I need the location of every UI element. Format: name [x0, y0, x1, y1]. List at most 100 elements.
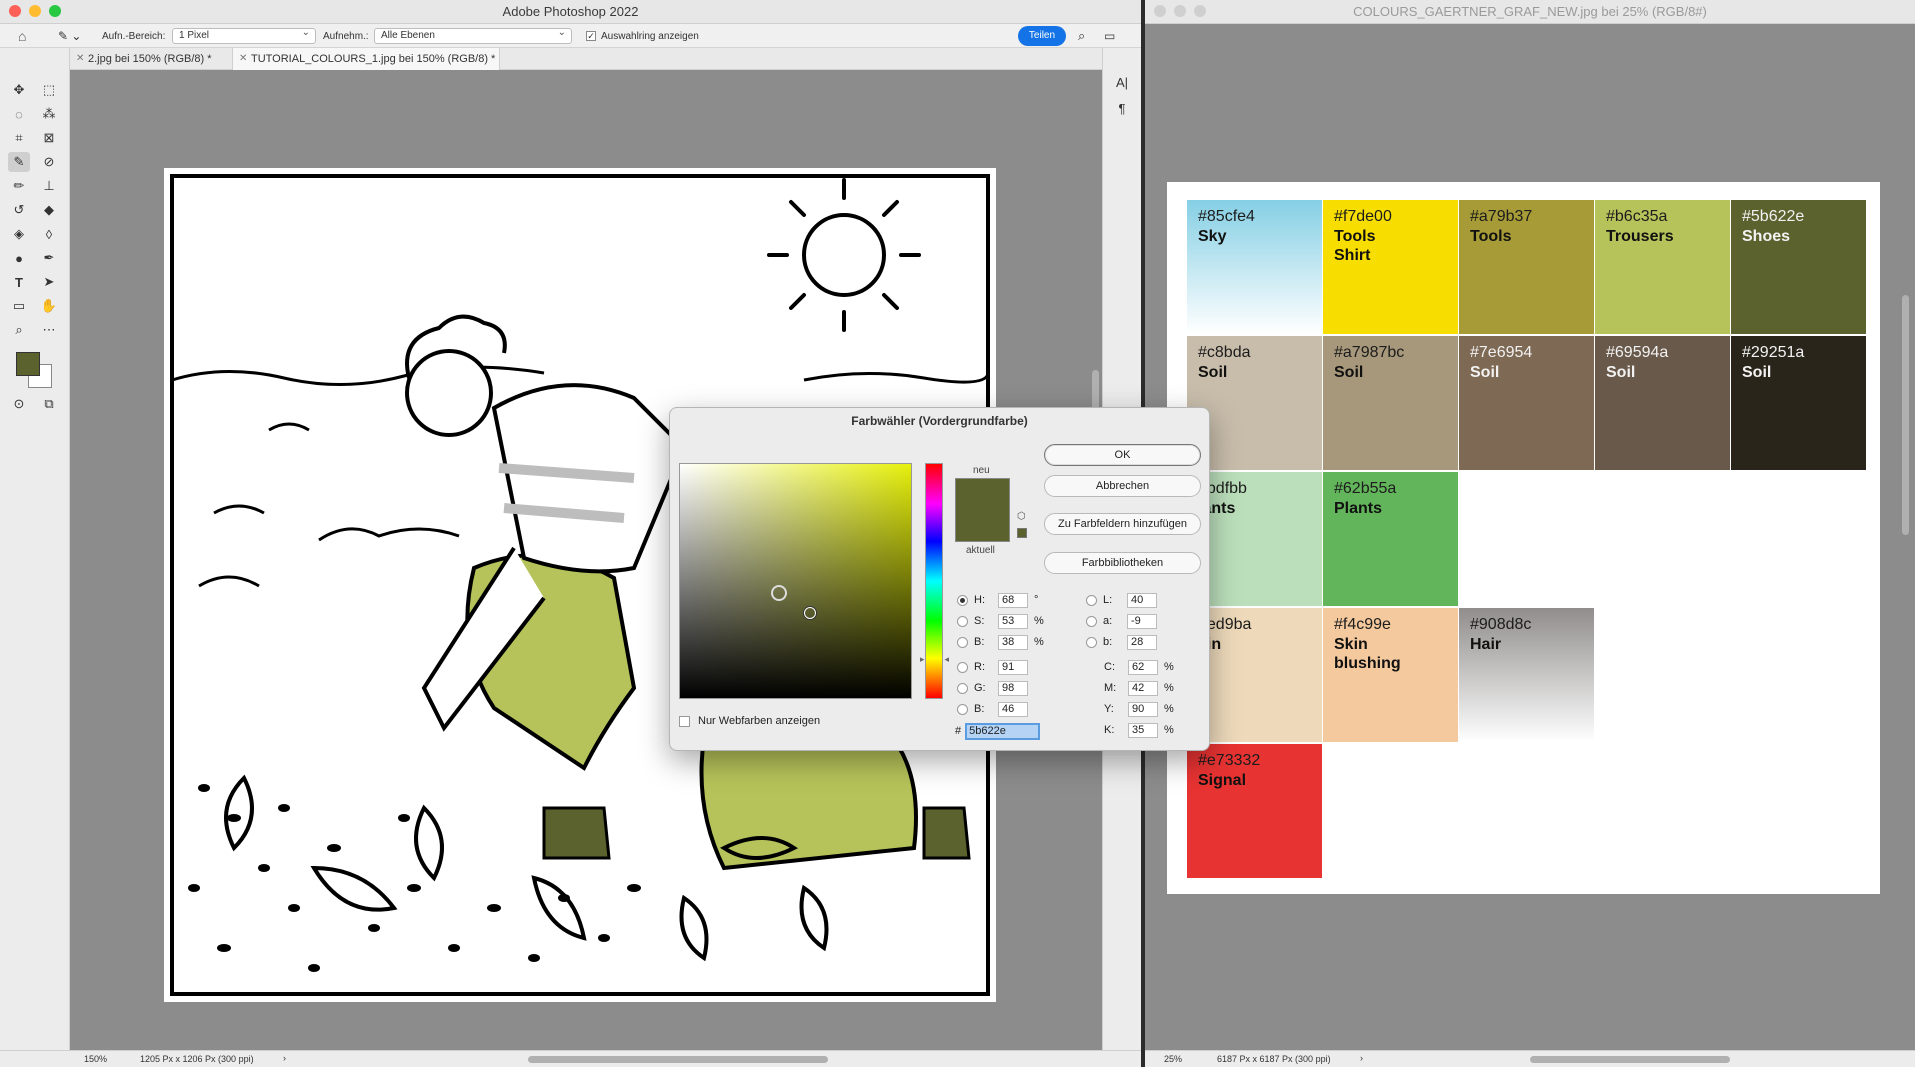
brush-tool-icon[interactable]: ✏ [8, 176, 30, 196]
saturation-field[interactable]: 53 [998, 613, 1028, 629]
horizontal-scrollbar[interactable] [1530, 1056, 1730, 1063]
stamp-tool-icon[interactable]: ⊥ [38, 176, 60, 196]
eraser-tool-icon[interactable]: ◆ [38, 200, 60, 220]
color-swatch: #e73332 Signal [1187, 744, 1322, 878]
hue-field[interactable]: 68 [998, 592, 1028, 608]
saturation-brightness-field[interactable] [679, 463, 912, 699]
hue-slider[interactable]: ▸ ◂ [920, 463, 949, 699]
hue-slider-arrow-left[interactable]: ▸ [920, 654, 925, 665]
lightness-radio[interactable] [1086, 594, 1097, 606]
a-channel-field[interactable]: -9 [1127, 613, 1157, 629]
zoom-button[interactable] [49, 5, 61, 17]
magenta-field[interactable]: 42 [1128, 680, 1158, 696]
window-controls [9, 5, 61, 17]
share-button[interactable]: Teilen [1018, 26, 1066, 46]
blue-radio[interactable] [957, 703, 968, 715]
move-tool-icon[interactable]: ✥ [8, 80, 30, 100]
pen-tool-icon[interactable]: ✒ [38, 248, 60, 268]
close-tab-icon[interactable]: ✕ [76, 48, 84, 70]
eyedropper-tool-icon[interactable]: ✎ [8, 152, 30, 172]
cancel-button[interactable]: Abbrechen [1044, 475, 1201, 497]
quick-mask-icon[interactable]: ⊙ [8, 394, 30, 414]
close-button[interactable] [1154, 5, 1166, 17]
zoom-level[interactable]: 25% [1164, 1054, 1182, 1064]
character-panel-icon[interactable]: A| [1111, 72, 1133, 92]
blue-field[interactable]: 46 [998, 701, 1028, 717]
eyedropper-tool-preset[interactable]: ✎ ⌄ [58, 28, 81, 44]
brightness-field[interactable]: 38 [998, 634, 1028, 650]
b-channel-radio[interactable] [1086, 636, 1097, 648]
zoom-tool-icon[interactable]: ⌕ [8, 320, 30, 340]
hex-field[interactable]: 5b622e [965, 722, 1041, 740]
marquee-tool-icon[interactable]: ⬚ [38, 80, 60, 100]
current-color-label: aktuell [966, 545, 995, 556]
rectangle-tool-icon[interactable]: ▭ [8, 296, 30, 316]
search-icon[interactable]: ⌕ [1078, 28, 1085, 44]
lightness-field[interactable]: 40 [1127, 592, 1157, 608]
document-info[interactable]: 1205 Px x 1206 Px (300 ppi) [140, 1054, 254, 1064]
magic-wand-tool-icon[interactable]: ⁂ [38, 104, 60, 124]
green-radio[interactable] [957, 682, 968, 694]
close-button[interactable] [9, 5, 21, 17]
new-color-label: neu [973, 465, 990, 476]
tab-document-2[interactable]: ✕ TUTORIAL_COLOURS_1.jpg bei 150% (RGB/8… [233, 48, 500, 70]
close-tab-icon[interactable]: ✕ [239, 48, 247, 70]
horizontal-scrollbar[interactable] [528, 1056, 828, 1063]
paint-bucket-icon[interactable]: ◈ [8, 224, 30, 244]
hue-slider-arrow-right[interactable]: ◂ [944, 654, 949, 665]
show-ring-checkbox[interactable]: ✓ Auswahlring anzeigen [586, 28, 699, 44]
color-libraries-button[interactable]: Farbbibliotheken [1044, 552, 1201, 574]
red-field[interactable]: 91 [998, 659, 1028, 675]
reference-canvas[interactable]: #85cfe4 Sky #f7de00 Tools Shirt #a79b37 Tools… [1167, 182, 1880, 894]
b-channel-field[interactable]: 28 [1127, 634, 1157, 650]
more-tools-icon[interactable]: ⋯ [38, 320, 60, 340]
foreground-color-swatch[interactable] [16, 352, 40, 376]
sample-size-select[interactable]: 1 Pixel [172, 26, 316, 44]
ok-button[interactable]: OK [1044, 444, 1201, 466]
screen-mode-icon[interactable]: ⧉ [38, 394, 60, 414]
minimize-button[interactable] [1174, 5, 1186, 17]
yellow-field[interactable]: 90 [1128, 701, 1158, 717]
minimize-button[interactable] [29, 5, 41, 17]
history-brush-icon[interactable]: ↺ [8, 200, 30, 220]
path-selection-icon[interactable]: ➤ [38, 272, 60, 292]
tab-document-1[interactable]: ✕ 2.jpg bei 150% (RGB/8) * [70, 48, 233, 70]
web-colors-row: Nur Webfarben anzeigen [679, 713, 820, 729]
add-to-swatches-button[interactable]: Zu Farbfeldern hinzufügen [1044, 513, 1201, 535]
dodge-tool-icon[interactable]: ● [8, 248, 30, 268]
chevron-right-icon[interactable]: › [283, 1053, 286, 1063]
vertical-scrollbar[interactable] [1902, 295, 1909, 535]
cyan-field[interactable]: 62 [1128, 659, 1158, 675]
sample-layers-select[interactable]: Alle Ebenen [374, 26, 572, 44]
swatch-name: Trousers [1606, 228, 1674, 245]
zoom-level[interactable]: 150% [84, 1054, 107, 1064]
saturation-radio[interactable] [957, 615, 968, 627]
sample-size-label: Aufn.-Bereich: [102, 30, 166, 42]
zoom-button[interactable] [1194, 5, 1206, 17]
crop-tool-icon[interactable]: ⌗ [8, 128, 30, 148]
frame-tool-icon[interactable]: ⊠ [38, 128, 60, 148]
current-color-preview[interactable] [955, 510, 1010, 542]
chevron-right-icon[interactable]: › [1360, 1053, 1363, 1063]
green-field[interactable]: 98 [998, 680, 1028, 696]
healing-tool-icon[interactable]: ⊘ [38, 152, 60, 172]
color-swatch: #908d8c Hair [1459, 608, 1594, 742]
blur-tool-icon[interactable]: ◊ [38, 224, 60, 244]
swatch-hex: #908d8c [1470, 616, 1532, 633]
paragraph-panel-icon[interactable]: ¶ [1111, 98, 1133, 118]
cube-icon[interactable]: ⬡ [1017, 511, 1026, 522]
brightness-radio[interactable] [957, 636, 968, 648]
home-icon[interactable]: ⌂ [18, 28, 26, 44]
hand-tool-icon[interactable]: ✋ [38, 296, 60, 316]
document-info[interactable]: 6187 Px x 6187 Px (300 ppi) [1217, 1054, 1331, 1064]
web-safe-color-icon[interactable] [1017, 528, 1027, 538]
lasso-tool-icon[interactable]: ◌ [8, 104, 30, 124]
workspace-icon[interactable]: ▭ [1104, 28, 1115, 44]
a-channel-radio[interactable] [1086, 615, 1097, 627]
type-tool-icon[interactable]: T [8, 272, 30, 292]
web-colors-checkbox[interactable] [679, 715, 690, 727]
hue-radio[interactable] [957, 594, 968, 606]
red-radio[interactable] [957, 661, 968, 673]
black-field[interactable]: 35 [1128, 722, 1158, 738]
color-swatch: #b6c35a Trousers [1595, 200, 1730, 334]
